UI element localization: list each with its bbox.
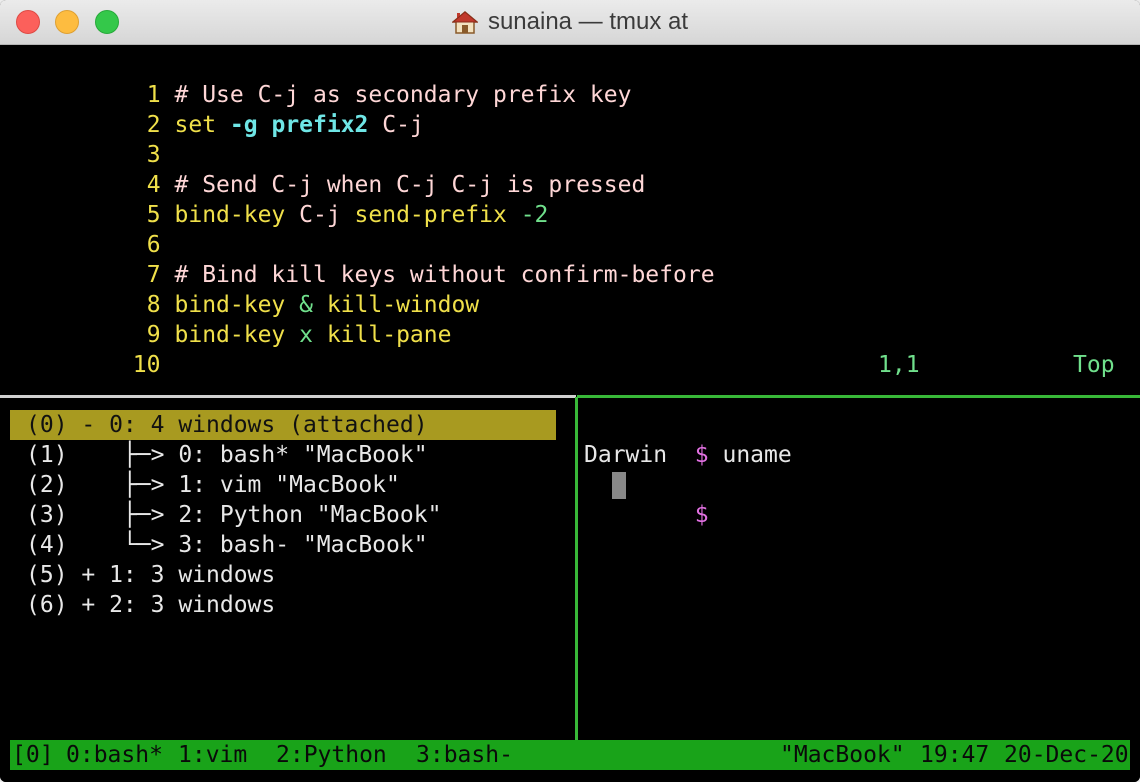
- tree-item[interactable]: (6) + 2: 3 windows: [26, 590, 275, 620]
- shell-output: Darwin: [584, 442, 668, 468]
- tree-item[interactable]: (1) ├─> 0: bash* "MacBook": [26, 440, 428, 470]
- action-word: send-prefix: [354, 202, 507, 228]
- window-tab-1[interactable]: 1:vim: [178, 740, 247, 770]
- editor-line: 5 bind-key C-j send-prefix -2: [36, 170, 549, 228]
- terminal-cursor: [612, 472, 626, 499]
- clock-date: 20-Dec-20: [1004, 742, 1129, 768]
- tree-item[interactable]: (4) └─> 3: bash- "MacBook": [26, 530, 428, 560]
- shell-line: $ uname: [584, 410, 792, 468]
- editor-line: 6: [36, 200, 161, 258]
- window-title: sunaina — tmux at: [487, 8, 689, 35]
- key-text: x: [285, 322, 327, 348]
- shell-prompt: $: [694, 442, 709, 468]
- action-word: kill-pane: [326, 322, 452, 348]
- editor-line: 9 bind-key x kill-pane: [36, 290, 452, 348]
- editor-line: 8 bind-key & kill-window: [36, 260, 479, 318]
- tmux-status-bar: [0] 0:bash* 1:vim 2:Python 3:bash- "MacB…: [10, 740, 1130, 770]
- window-tab-2[interactable]: 2:Python: [276, 740, 387, 770]
- tree-item[interactable]: (3) ├─> 2: Python "MacBook": [26, 500, 441, 530]
- option-value: C-j: [368, 112, 424, 138]
- command-word: set: [174, 112, 217, 138]
- key-text: C-j: [285, 202, 355, 228]
- editor-line: 1 # Use C-j as secondary prefix key: [36, 50, 632, 108]
- shell-prompt: $: [694, 502, 709, 528]
- window-tab-0[interactable]: 0:bash*: [66, 740, 163, 770]
- terminal-window: sunaina — tmux at 1 # Use C-j as seconda…: [0, 0, 1140, 782]
- home-icon: [451, 11, 478, 34]
- pane-border-horizontal-active[interactable]: [577, 395, 1140, 398]
- editor-line: 3: [36, 110, 161, 168]
- shell-line: $: [584, 470, 709, 528]
- clock-time: 19:47: [920, 742, 990, 768]
- argument-text: -2: [506, 202, 549, 228]
- pane-border-vertical[interactable]: [575, 397, 578, 740]
- editor-line: 2 set -g prefix2 C-j: [36, 80, 424, 138]
- tree-item[interactable]: (2) ├─> 1: vim "MacBook": [26, 470, 400, 500]
- command-word: bind-key: [174, 322, 286, 348]
- line-number: 10: [132, 352, 161, 378]
- session-name[interactable]: [0]: [12, 740, 54, 770]
- editor-line: 10: [22, 320, 161, 378]
- cursor-position: 1,1: [878, 352, 920, 378]
- option-name: prefix2: [271, 112, 369, 138]
- scroll-indicator: Top: [1073, 352, 1115, 378]
- terminal-content[interactable]: 1 # Use C-j as secondary prefix key 2 se…: [0, 45, 1140, 782]
- flag-text: -g: [229, 112, 258, 138]
- pane-border-horizontal[interactable]: [0, 395, 576, 398]
- editor-line: 7 # Bind kill keys without confirm-befor…: [36, 230, 715, 288]
- tree-item[interactable]: (5) + 1: 3 windows: [26, 560, 275, 590]
- shell-command: uname: [708, 442, 792, 468]
- window-tab-3[interactable]: 3:bash-: [416, 740, 513, 770]
- command-word: bind-key: [174, 202, 286, 228]
- window-title-area: sunaina — tmux at: [0, 0, 1140, 44]
- title-bar[interactable]: sunaina — tmux at: [0, 0, 1140, 45]
- host-name: "MacBook": [780, 742, 905, 768]
- editor-line: 4 # Send C-j when C-j C-j is pressed: [36, 140, 646, 198]
- tree-selected-label[interactable]: (0) - 0: 4 windows (attached): [26, 410, 428, 440]
